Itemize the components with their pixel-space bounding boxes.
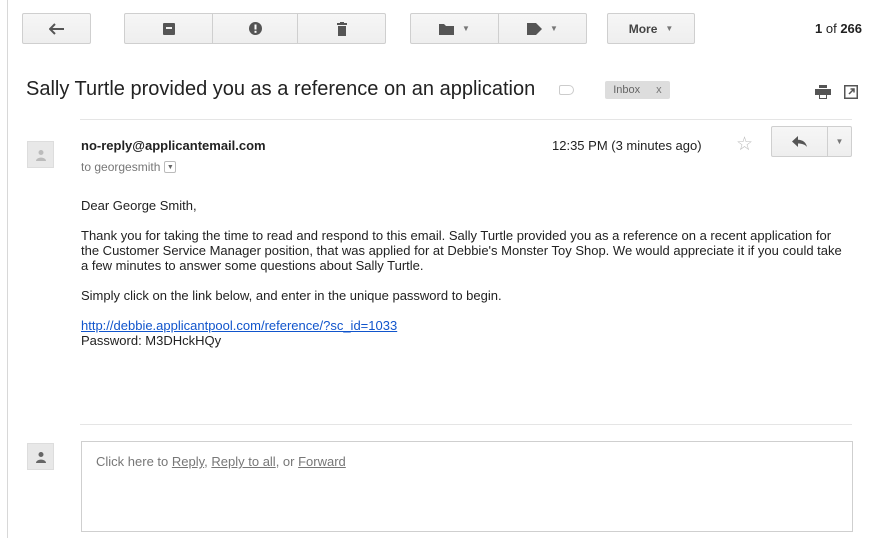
body-paragraph: Simply click on the link below, and ente… — [81, 288, 502, 303]
trash-icon — [336, 21, 347, 36]
forward-link[interactable]: Forward — [298, 454, 346, 469]
chevron-down-icon: ▼ — [835, 137, 844, 146]
open-in-new-window-icon — [844, 85, 858, 99]
chevron-down-icon: ▼ — [166, 163, 174, 171]
email-subject: Sally Turtle provided you as a reference… — [26, 78, 536, 100]
pagination-counter: 1 of 266 — [815, 21, 862, 36]
reply-all-link[interactable]: Reply to all — [211, 454, 275, 469]
report-spam-icon — [248, 22, 262, 35]
pager-of: of — [825, 21, 837, 36]
reply-prompt: Click here to — [96, 454, 172, 469]
pager-total: 266 — [840, 21, 863, 36]
chevron-down-icon: ▼ — [550, 24, 558, 33]
report-spam-button[interactable] — [212, 13, 298, 44]
reply-link[interactable]: Reply — [172, 454, 204, 469]
recipient-text: to georgesmith — [81, 160, 161, 174]
subject-row: Sally Turtle provided you as a reference… — [26, 78, 670, 101]
user-avatar — [27, 443, 54, 470]
folder-icon — [439, 23, 455, 35]
message-timestamp: 12:35 PM (3 minutes ago) — [552, 138, 702, 153]
reply-compose-box[interactable]: Click here to Reply, Reply to all, or Fo… — [81, 441, 853, 532]
subject-divider — [80, 119, 852, 120]
organize-button-group: ▼ ▼ — [410, 13, 587, 44]
label-tag-icon — [527, 22, 543, 35]
chevron-down-icon: ▼ — [462, 24, 470, 33]
action-button-group — [124, 13, 386, 44]
more-actions-button[interactable]: ▼ — [827, 126, 852, 157]
sender-avatar — [27, 141, 54, 168]
back-button[interactable] — [22, 13, 91, 44]
inbox-label-text: Inbox — [613, 83, 641, 96]
reply-button-group: ▼ — [771, 126, 852, 157]
print-button[interactable] — [815, 85, 831, 102]
back-arrow-icon — [48, 22, 64, 35]
importance-marker-icon[interactable] — [559, 84, 575, 95]
person-icon — [35, 451, 46, 463]
archive-icon — [162, 22, 175, 35]
printer-icon — [815, 85, 831, 99]
move-to-button[interactable]: ▼ — [410, 13, 499, 44]
reply-arrow-icon — [791, 135, 807, 147]
message-body: Dear George Smith, Thank you for taking … — [81, 198, 851, 348]
delete-button[interactable] — [297, 13, 386, 44]
left-border — [7, 0, 8, 538]
star-icon: ☆ — [736, 134, 754, 155]
body-paragraph: Thank you for taking the time to read an… — [81, 228, 842, 273]
password-line: Password: M3DHckHQy — [81, 333, 222, 348]
remove-label-button[interactable]: x — [656, 84, 662, 96]
more-label: More — [628, 21, 658, 36]
reference-link[interactable]: http://debbie.applicantpool.com/referenc… — [81, 318, 397, 333]
chevron-down-icon: ▼ — [665, 24, 674, 33]
new-window-button[interactable] — [844, 85, 858, 102]
reply-separator: , or — [275, 454, 299, 469]
inbox-label-chip[interactable]: Inbox x — [605, 80, 670, 99]
reply-divider — [80, 424, 852, 425]
pager-current: 1 — [815, 21, 823, 36]
show-details-button[interactable]: ▼ — [164, 161, 177, 173]
more-button[interactable]: More ▼ — [607, 13, 695, 44]
greeting: Dear George Smith, — [81, 198, 197, 213]
reply-button[interactable] — [771, 126, 828, 157]
labels-button[interactable]: ▼ — [498, 13, 587, 44]
archive-button[interactable] — [124, 13, 213, 44]
recipient-line: to georgesmith ▼ — [81, 160, 177, 174]
sender-email[interactable]: no-reply@applicantemail.com — [81, 138, 266, 153]
person-icon — [35, 149, 46, 161]
star-button[interactable]: ☆ — [736, 133, 753, 156]
